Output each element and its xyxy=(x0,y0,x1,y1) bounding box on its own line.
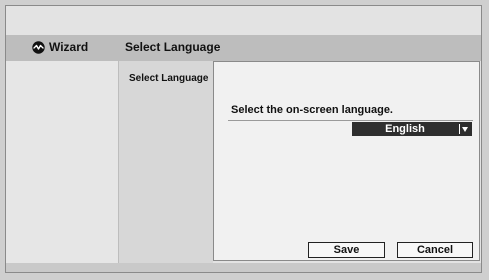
divider xyxy=(228,120,473,121)
left-sidebar xyxy=(6,61,118,263)
language-prompt: Select the on-screen language. xyxy=(231,104,393,116)
page-title: Select Language xyxy=(125,40,221,54)
footer-bar xyxy=(6,263,481,272)
wizard-window: Wizard Select Language Select Language S… xyxy=(5,5,482,273)
cancel-button[interactable]: Cancel xyxy=(397,242,473,258)
wizard-header: Wizard Select Language xyxy=(6,35,481,61)
language-select-value: English xyxy=(385,123,425,135)
step-item-select-language[interactable]: Select Language xyxy=(129,73,208,84)
language-select[interactable]: English xyxy=(352,122,472,136)
chevron-down-icon xyxy=(462,127,468,132)
wizard-label: Wizard xyxy=(49,40,89,54)
save-button[interactable]: Save xyxy=(308,242,385,258)
select-separator xyxy=(459,124,460,134)
wizard-logo-icon xyxy=(32,41,45,54)
language-panel: Select the on-screen language. English S… xyxy=(213,61,480,261)
step-list: Select Language xyxy=(118,61,213,263)
